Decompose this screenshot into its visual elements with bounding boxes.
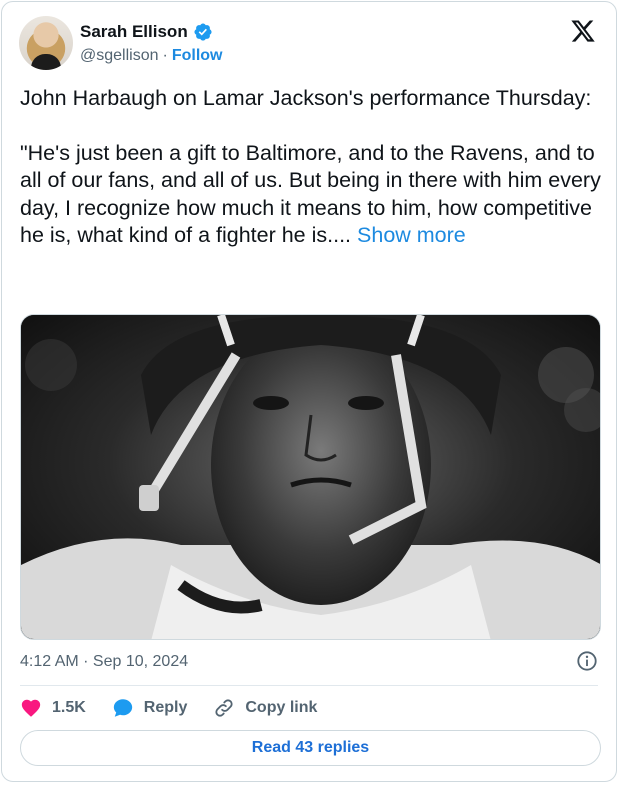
copy-link-label: Copy link [245, 699, 318, 716]
heart-icon [21, 699, 41, 717]
show-more-link[interactable]: Show more [357, 223, 466, 247]
photo-illustration [21, 315, 600, 639]
avatar[interactable] [19, 16, 73, 70]
speech-bubble-icon [113, 699, 132, 717]
tweet-text: John Harbaugh on Lamar Jackson's perform… [20, 85, 604, 249]
like-button[interactable]: 1.5K [20, 697, 86, 719]
handle-separator: · [162, 47, 168, 64]
link-icon [215, 699, 233, 717]
tweet-body: John Harbaugh on Lamar Jackson's perform… [20, 86, 601, 248]
info-icon[interactable] [576, 650, 598, 672]
author-handle[interactable]: @sgellison [80, 47, 159, 65]
author-name[interactable]: Sarah Ellison [80, 22, 188, 42]
reply-button[interactable]: Reply [112, 697, 188, 719]
embedded-tweet-card: Sarah Ellison @sgellison · Follow John H… [1, 1, 617, 782]
copy-link-button[interactable]: Copy link [213, 697, 317, 719]
follow-button[interactable]: Follow [172, 47, 223, 65]
author-name-row: Sarah Ellison [80, 22, 213, 42]
reply-label: Reply [143, 699, 188, 716]
tweet-photo[interactable] [20, 314, 601, 640]
read-replies-button[interactable]: Read 43 replies [20, 730, 601, 766]
action-bar: 1.5K Reply Copy link [20, 695, 343, 721]
tweet-timestamp[interactable]: 4:12 AM · Sep 10, 2024 [20, 653, 188, 671]
x-logo-icon[interactable] [570, 18, 596, 44]
divider [20, 685, 598, 686]
verified-badge-icon [194, 23, 212, 41]
handle-row: @sgellison · Follow [80, 47, 222, 65]
like-count: 1.5K [52, 699, 86, 716]
tweet-header: Sarah Ellison @sgellison · Follow [19, 16, 600, 72]
